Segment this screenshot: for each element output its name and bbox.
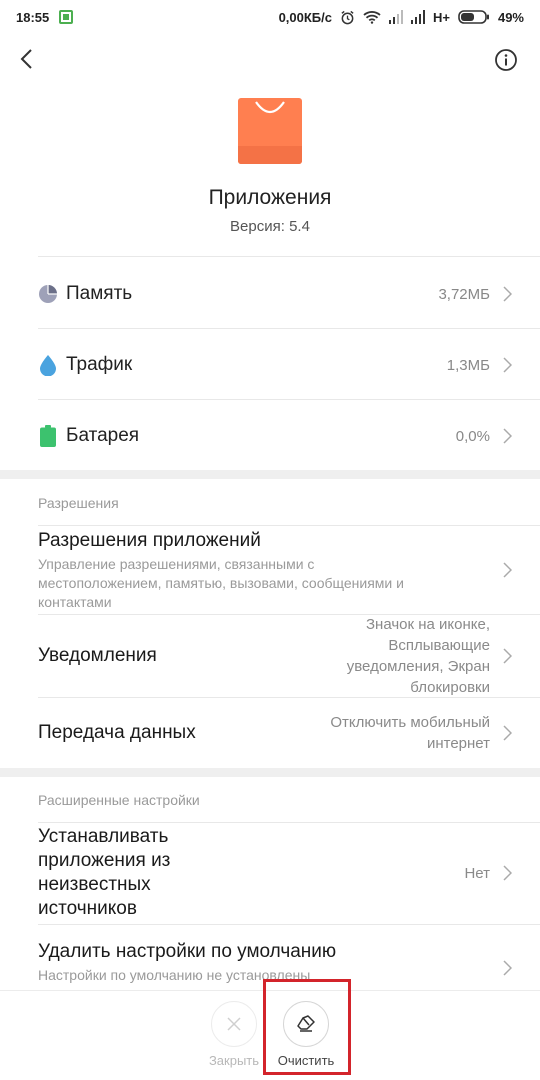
notifications-title: Уведомления [38,645,157,666]
storage-row[interactable]: Память 3,72МБ [0,258,540,330]
unknown-sources-value: Нет [464,864,490,882]
top-nav [0,40,540,80]
chevron-right-icon [503,960,512,976]
chevron-right-icon [503,428,512,444]
app-permissions-desc: Управление разрешениями, связанными с ме… [38,555,404,610]
data-transfer-title: Передача данных [38,722,196,743]
chevron-right-icon [503,562,512,578]
battery-row[interactable]: Батарея 0,0% [0,400,540,472]
storage-value: 3,72МБ [438,285,490,303]
app-permissions-row[interactable]: Разрешения приложений Управление разреше… [0,526,540,614]
close-icon [227,1017,241,1031]
unknown-sources-title: Устанавливать приложения из неизвестных … [38,826,171,919]
highlight-annotation [263,979,351,1075]
advanced-section-title: Расширенные настройки [38,792,200,808]
chevron-right-icon [503,725,512,741]
section-separator [0,768,540,777]
info-icon [495,49,517,71]
chevron-right-icon [503,865,512,881]
close-button[interactable]: Закрыть [204,1001,264,1068]
network-type: H+ [432,9,450,25]
battery-icon [38,425,58,447]
chevron-right-icon [503,357,512,373]
traffic-row[interactable]: Трафик 1,3МБ [0,329,540,401]
battery-percent: 49% [497,9,524,25]
traffic-value: 1,3МБ [446,356,490,374]
divider [38,924,540,925]
clear-defaults-title: Удалить настройки по умолчанию [38,941,337,962]
notification-icon [59,10,74,24]
app-header: Приложения Версия: 5.4 [0,98,540,235]
storage-label: Память [66,283,133,304]
network-speed: 0,00КБ/с [278,9,332,25]
section-separator [0,470,540,479]
chevron-right-icon [503,648,512,664]
chevron-right-icon [503,286,512,302]
app-version: Версия: 5.4 [230,218,310,235]
battery-label: Батарея [66,425,140,446]
signal-icon-2 [410,10,425,24]
divider [38,256,540,257]
app-permissions-title: Разрешения приложений [38,529,261,551]
notifications-row[interactable]: Уведомления Значок на иконке, Всплывающи… [0,615,540,697]
notifications-value: Значок на иконке, Всплывающие уведомлени… [346,616,490,696]
water-drop-icon [38,354,58,376]
wifi-icon [363,11,381,24]
back-arrow-icon [20,49,32,69]
permissions-section-title: Разрешения [38,495,119,511]
signal-icon [388,10,403,24]
unknown-sources-row[interactable]: Устанавливать приложения из неизвестных … [0,823,540,923]
data-transfer-row[interactable]: Передача данных Отключить мобильный инте… [0,698,540,768]
app-name: Приложения [208,186,332,209]
alarm-icon [341,10,354,24]
battery-status-icon [458,10,489,24]
close-label: Закрыть [208,1053,260,1068]
traffic-label: Трафик [66,354,133,375]
pie-chart-icon [38,283,58,305]
battery-value: 0,0% [455,427,490,445]
status-bar: 18:55 0,00КБ/с H+ 49% [0,0,540,34]
shopping-bag-icon [238,98,302,164]
status-time: 18:55 [16,9,50,25]
back-button[interactable] [14,46,42,74]
data-transfer-value: Отключить мобильный интернет [330,714,490,752]
info-button[interactable] [494,48,518,72]
